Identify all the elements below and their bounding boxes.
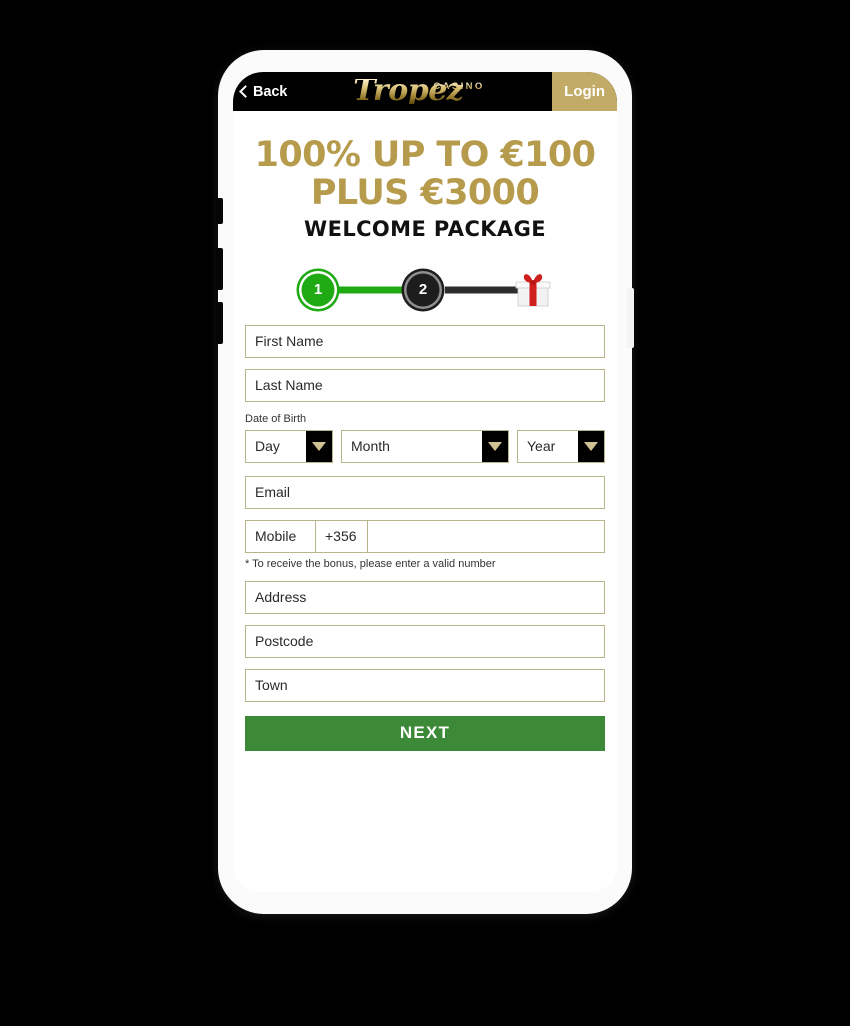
date-of-birth-row: Day Month Year bbox=[245, 429, 605, 463]
screenshot-canvas: Back Tropez CASINO Login 100% UP TO €100… bbox=[0, 0, 850, 1026]
phone-device-frame: Back Tropez CASINO Login 100% UP TO €100… bbox=[216, 50, 634, 914]
phone-mute-switch[interactable] bbox=[216, 198, 223, 224]
next-button[interactable]: NEXT bbox=[245, 715, 605, 751]
back-button-label: Back bbox=[253, 83, 288, 100]
mobile-field-group: Mobile +356 bbox=[245, 519, 605, 553]
chevron-down-icon bbox=[488, 441, 502, 451]
mobile-number-input[interactable] bbox=[368, 520, 604, 552]
year-select-button[interactable] bbox=[578, 430, 604, 462]
mobile-country-code[interactable]: +356 bbox=[316, 520, 368, 552]
address-input[interactable] bbox=[245, 580, 605, 614]
chevron-left-icon bbox=[239, 85, 252, 98]
chevron-down-icon bbox=[312, 441, 326, 451]
stepper-step-2[interactable]: 2 bbox=[404, 270, 442, 309]
registration-progress-stepper: 1 2 bbox=[239, 259, 611, 321]
back-button[interactable]: Back bbox=[239, 72, 288, 111]
year-select[interactable]: Year bbox=[517, 429, 605, 463]
day-select-value: Day bbox=[255, 438, 280, 455]
promo-subtitle: WELCOME PACKAGE bbox=[304, 216, 546, 241]
phone-screen: Back Tropez CASINO Login 100% UP TO €100… bbox=[233, 72, 617, 892]
phone-volume-down-button[interactable] bbox=[216, 302, 223, 344]
phone-volume-up-button[interactable] bbox=[216, 248, 223, 290]
month-select-value: Month bbox=[351, 438, 390, 455]
town-input[interactable] bbox=[245, 668, 605, 702]
stepper-step-1[interactable]: 1 bbox=[299, 270, 337, 309]
day-select[interactable]: Day bbox=[245, 429, 333, 463]
month-select[interactable]: Month bbox=[341, 429, 509, 463]
promo-banner: 100% UP TO €100 PLUS €3000 WELCOME PACKA… bbox=[239, 111, 611, 241]
stepper-bar-remaining bbox=[445, 286, 521, 294]
logo-casino-text: CASINO bbox=[433, 81, 485, 93]
gift-box-icon bbox=[515, 273, 551, 306]
screen-content: 100% UP TO €100 PLUS €3000 WELCOME PACKA… bbox=[233, 111, 617, 892]
day-select-button[interactable] bbox=[306, 430, 332, 462]
chevron-down-icon bbox=[584, 441, 598, 451]
promo-headline-line2: PLUS €3000 bbox=[310, 172, 540, 213]
registration-form: Date of Birth Day Month bbox=[239, 324, 611, 751]
mobile-hint-text: * To receive the bonus, please enter a v… bbox=[245, 557, 496, 570]
mobile-label: Mobile bbox=[246, 520, 316, 552]
app-header: Back Tropez CASINO Login bbox=[233, 72, 617, 111]
casino-tropez-logo[interactable]: Tropez CASINO bbox=[353, 76, 485, 106]
phone-power-button[interactable] bbox=[627, 288, 634, 348]
month-select-button[interactable] bbox=[482, 430, 508, 462]
login-button[interactable]: Login bbox=[552, 72, 617, 111]
promo-headline-line1: 100% UP TO €100 bbox=[254, 135, 596, 175]
year-select-value: Year bbox=[527, 438, 556, 455]
stepper-track: 1 2 bbox=[299, 268, 551, 312]
postcode-input[interactable] bbox=[245, 624, 605, 658]
first-name-input[interactable] bbox=[245, 324, 605, 358]
last-name-input[interactable] bbox=[245, 368, 605, 402]
date-of-birth-label: Date of Birth bbox=[245, 412, 307, 425]
stepper-bar-completed bbox=[327, 286, 409, 294]
email-input[interactable] bbox=[245, 475, 605, 509]
